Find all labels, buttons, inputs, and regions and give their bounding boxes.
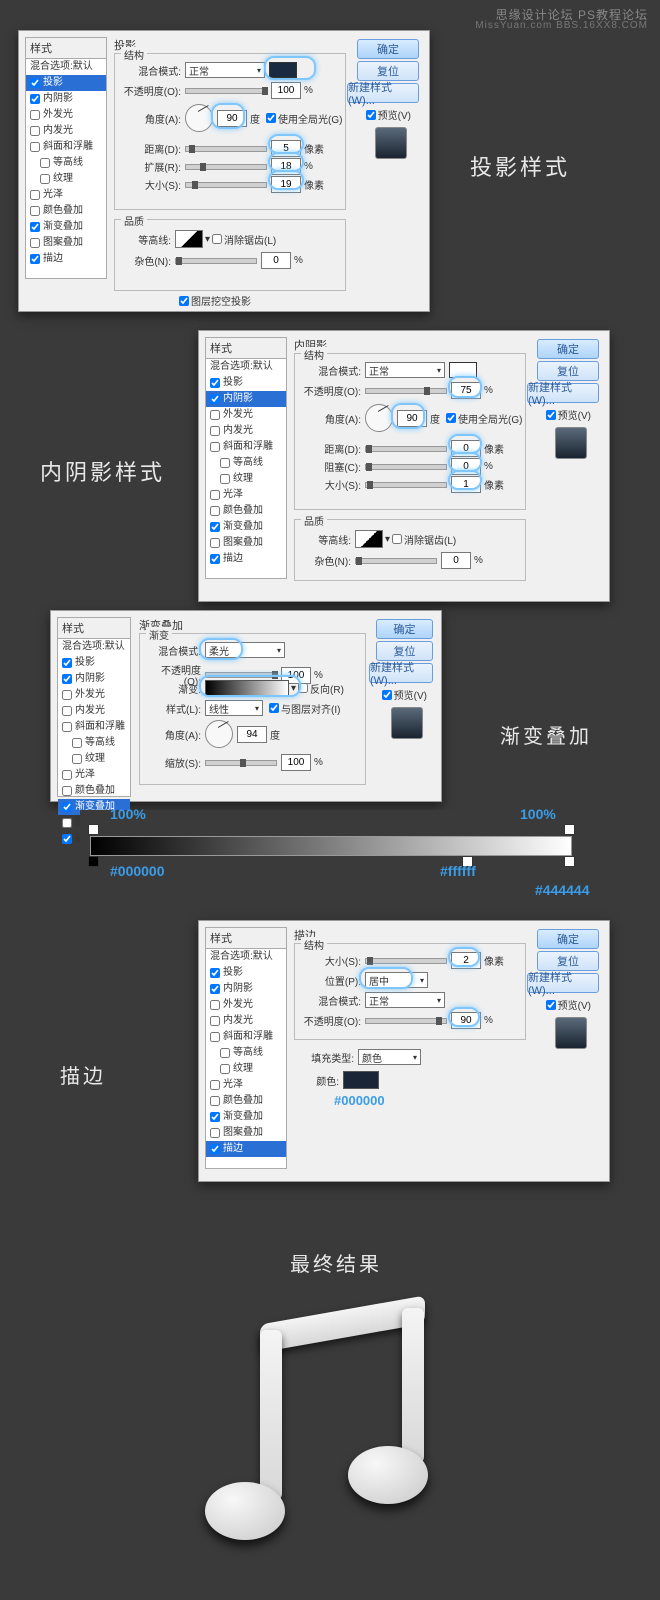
stroke-hex: #000000 <box>334 1093 385 1108</box>
stroke-size[interactable] <box>451 952 481 969</box>
title-3: 渐变叠加 <box>500 720 592 749</box>
spread-input[interactable] <box>271 158 301 175</box>
title-1: 投影样式 <box>470 150 570 182</box>
ann-c3: #444444 <box>535 882 590 898</box>
style-item-patternoverlay[interactable]: 图案叠加 <box>26 235 106 251</box>
gradient-preview[interactable] <box>205 680 289 696</box>
ann-op2: 100% <box>520 806 556 822</box>
useglobal-check[interactable] <box>266 113 276 123</box>
opacity-input[interactable] <box>271 82 301 99</box>
dialog-innershadow: 样式 混合选项:默认 投影 内阴影 外发光 内发光 斜面和浮雕 等高线 纹理 光… <box>198 330 610 602</box>
angle-dial[interactable] <box>185 104 213 132</box>
s2-dropshadow[interactable]: 投影 <box>206 375 286 391</box>
styles-list: 样式 混合选项:默认 投影 内阴影 外发光 内发光 斜面和浮雕 等高线 纹理 光… <box>25 37 107 279</box>
preview-check[interactable] <box>366 110 376 120</box>
styles-header: 样式 <box>26 38 106 59</box>
style-item-outerglow[interactable]: 外发光 <box>26 107 106 123</box>
title-4: 描边 <box>60 1060 106 1089</box>
stroke-color-swatch[interactable] <box>343 1071 379 1089</box>
style-item-coloroverlay[interactable]: 颜色叠加 <box>26 203 106 219</box>
style-item-stroke[interactable]: 描边 <box>26 251 106 267</box>
stroke-pos[interactable]: 居中 <box>365 972 428 988</box>
styles-list-2: 样式 混合选项:默认 投影 内阴影 外发光 内发光 斜面和浮雕 等高线 纹理 光… <box>205 337 287 579</box>
ok-button[interactable]: 确定 <box>357 39 419 59</box>
style-item-innerglow[interactable]: 内发光 <box>26 123 106 139</box>
newstyle-button[interactable]: 新建样式(W)... <box>347 83 419 103</box>
style-item-texture[interactable]: 纹理 <box>26 171 106 187</box>
dialog-dropshadow: 样式 混合选项:默认 投影 内阴影 外发光 内发光 斜面和浮雕 等高线 纹理 光… <box>18 30 430 312</box>
angle-input[interactable] <box>217 110 247 127</box>
style-item-contour[interactable]: 等高线 <box>26 155 106 171</box>
style-item-innershadow[interactable]: 内阴影 <box>26 91 106 107</box>
style-blend-default[interactable]: 混合选项:默认 <box>26 59 106 75</box>
distance-input[interactable] <box>271 140 301 157</box>
music-note-icon <box>170 1300 490 1570</box>
knockout-check[interactable] <box>179 296 189 306</box>
s2-innershadow[interactable]: 内阴影 <box>206 391 286 407</box>
size-input[interactable] <box>271 176 301 193</box>
blendmode-softlight[interactable]: 柔光 <box>205 642 285 658</box>
color-stop-right[interactable] <box>564 856 575 867</box>
style-item-gradientoverlay[interactable]: 渐变叠加 <box>26 219 106 235</box>
ann-c2: #ffffff <box>440 863 476 879</box>
group-quality: 品质 等高线:▾消除锯齿(L) 杂色(N):% <box>114 219 346 291</box>
style-item-bevel[interactable]: 斜面和浮雕 <box>26 139 106 155</box>
dialog-gradient: 样式 混合选项:默认 投影 内阴影 外发光 内发光 斜面和浮雕 等高线 纹理 光… <box>50 610 442 802</box>
reset-button[interactable]: 复位 <box>357 61 419 81</box>
blendmode-drop[interactable]: 正常 <box>185 62 265 78</box>
style-item-dropshadow[interactable]: 投影 <box>26 75 106 91</box>
opacity-stop-left[interactable] <box>88 824 99 835</box>
group-structure: 结构 混合模式:正常 不透明度(O):% 角度(A):度使用全局光(G) 距离(… <box>114 53 346 210</box>
shadow-color-swatch[interactable] <box>269 62 297 78</box>
opacity-stop-right[interactable] <box>564 824 575 835</box>
stroke-opacity[interactable] <box>451 1012 481 1029</box>
ann-c1: #000000 <box>110 863 165 879</box>
gradient-bar[interactable] <box>90 836 572 856</box>
title-final: 最终结果 <box>290 1248 382 1277</box>
watermark-2: MissYuan.com BBS.16XX8.COM <box>475 20 648 31</box>
ann-op1: 100% <box>110 806 146 822</box>
color-stop-left[interactable] <box>88 856 99 867</box>
title-2: 内阴影样式 <box>40 455 165 487</box>
dialog-stroke: 样式 混合选项:默认 投影 内阴影 外发光 内发光 斜面和浮雕 等高线 纹理 光… <box>198 920 610 1182</box>
innershadow-color[interactable] <box>449 362 477 378</box>
style-item-satin[interactable]: 光泽 <box>26 187 106 203</box>
preview-swatch <box>375 127 407 159</box>
contour-swatch[interactable] <box>175 230 203 248</box>
